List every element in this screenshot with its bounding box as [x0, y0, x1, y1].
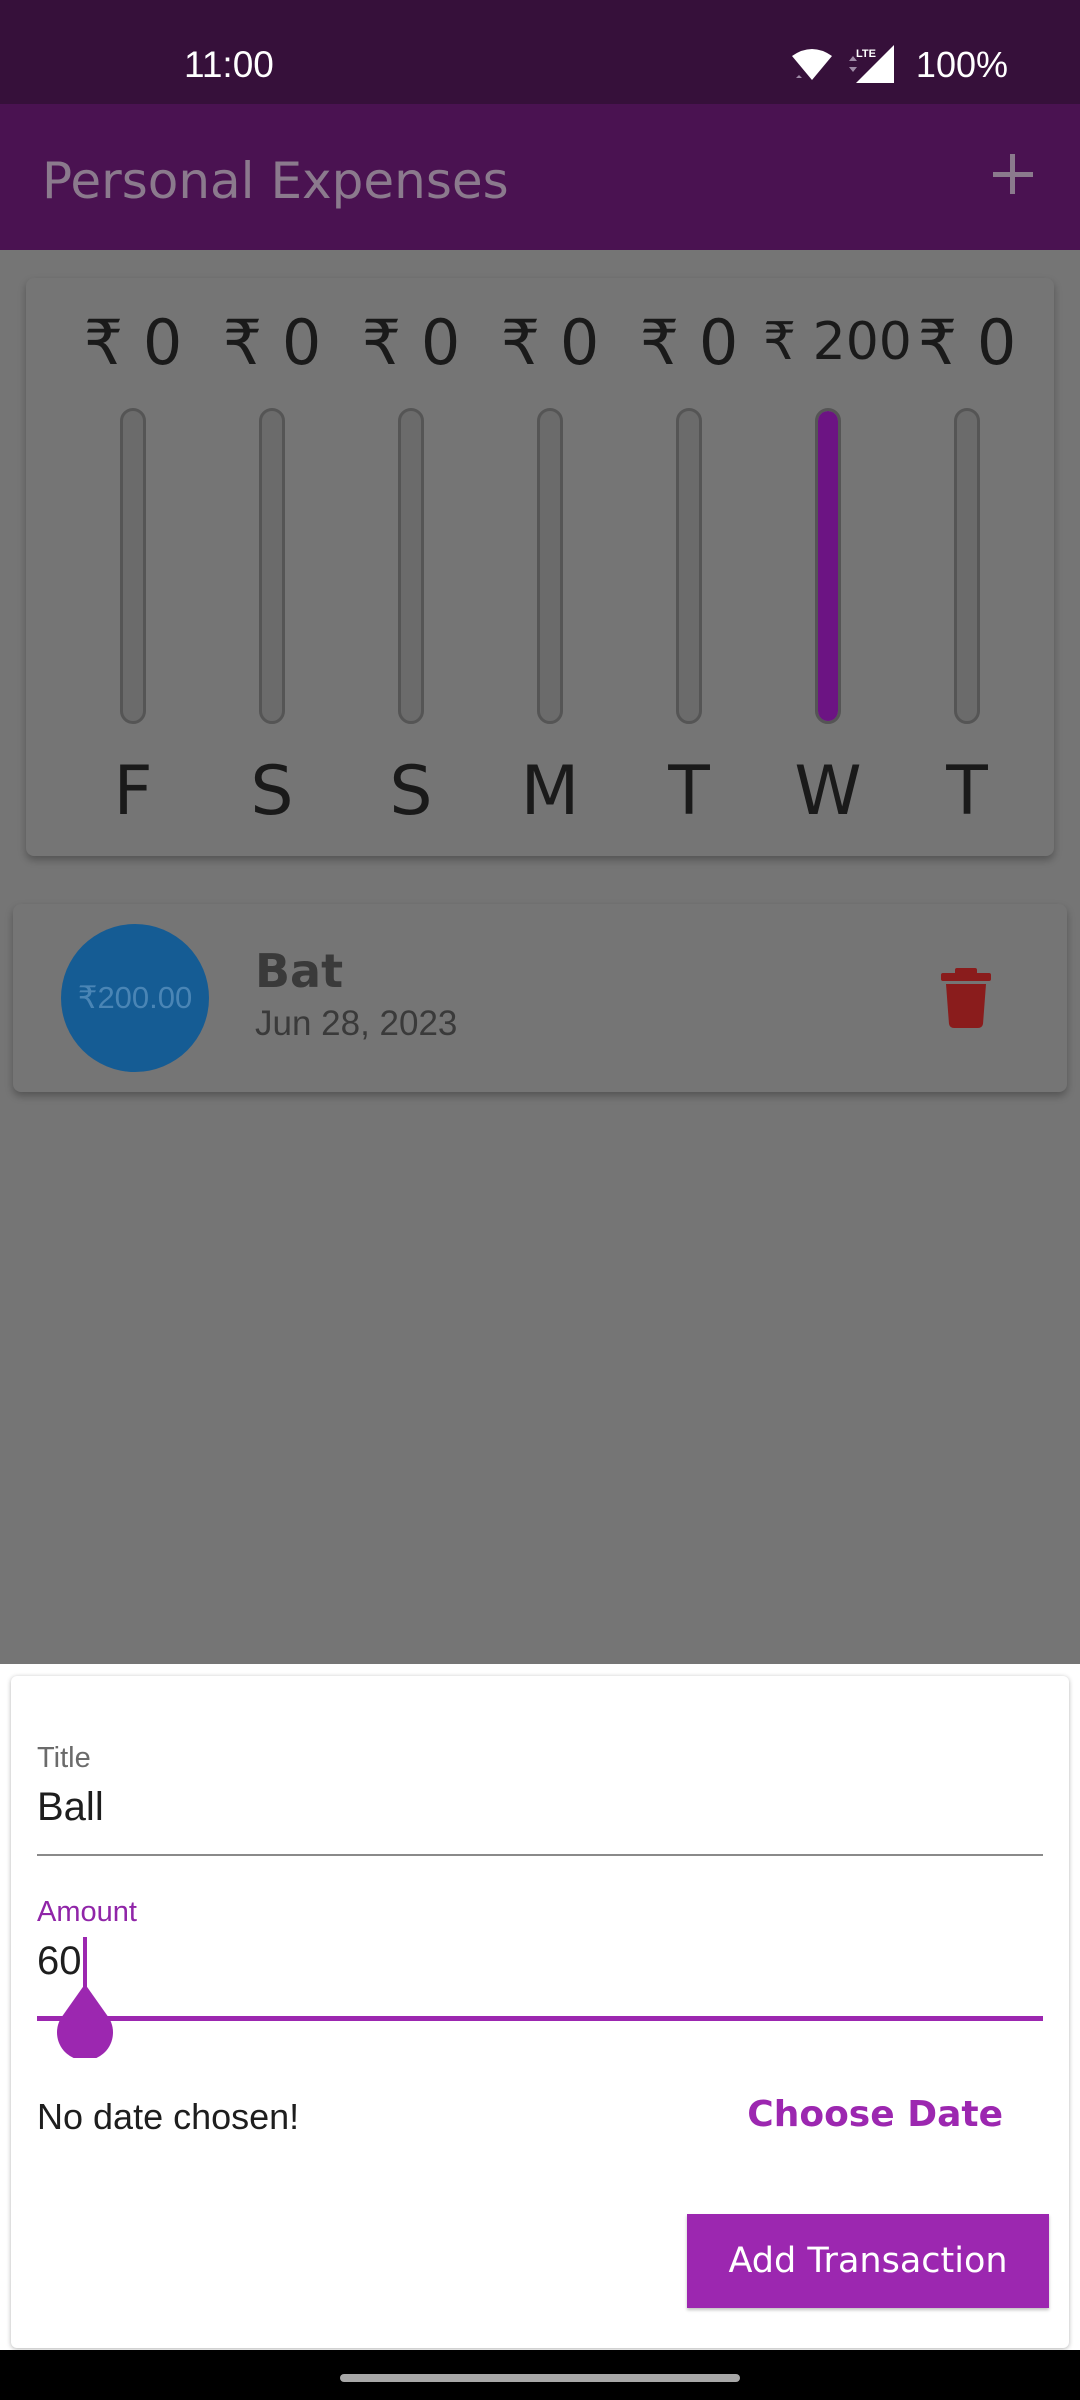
- chart-day-label: T: [668, 752, 710, 831]
- chart-amount-label: ₹ 200: [763, 312, 912, 372]
- chart-day-label: S: [250, 752, 294, 831]
- date-status-text: No date chosen!: [37, 2096, 300, 2137]
- svg-text:LTE: LTE: [856, 48, 876, 60]
- status-time: 11:00: [184, 44, 274, 85]
- status-icons: LTE 100%: [791, 44, 1008, 86]
- chart-bar-track: [815, 408, 841, 724]
- chart-column: ₹ 0 S: [207, 278, 337, 856]
- chart-bar-track: [120, 408, 146, 724]
- title-underline: [37, 1854, 1043, 1856]
- status-bar: 11:00 LTE 100%: [0, 0, 1080, 104]
- chart-column: ₹ 200 W: [763, 278, 912, 856]
- amount-field-label: Amount: [37, 1896, 137, 1928]
- new-transaction-sheet: Title Ball Amount 60 No date chosen! Cho…: [0, 1664, 1080, 2350]
- chart-bar-track: [398, 408, 424, 724]
- chart-amount-label: ₹ 0: [83, 306, 183, 379]
- chart-day-label: T: [946, 752, 988, 831]
- amount-underline: [37, 2016, 1043, 2021]
- battery-percentage: 100%: [915, 44, 1008, 85]
- chart-day-label: S: [389, 752, 433, 831]
- chart-bar-track: [537, 408, 563, 724]
- weekly-chart: ₹ 0 F ₹ 0 S ₹ 0 S ₹ 0 M ₹ 0 T ₹ 200 W ₹ …: [26, 278, 1054, 856]
- chart-amount-label: ₹ 0: [500, 306, 600, 379]
- chart-column: ₹ 0 M: [485, 278, 615, 856]
- chart-bar-track: [259, 408, 285, 724]
- title-field-label: Title: [37, 1742, 91, 1774]
- home-gesture-handle[interactable]: [340, 2374, 740, 2382]
- transaction-amount: ₹200.00: [77, 980, 193, 1015]
- trash-icon[interactable]: [939, 968, 993, 1028]
- transaction-title: Bat: [255, 944, 344, 998]
- chart-amount-label: ₹ 0: [361, 306, 461, 379]
- new-transaction-form: Title Ball Amount 60 No date chosen! Cho…: [11, 1676, 1069, 2348]
- transaction-date: Jun 28, 2023: [255, 1004, 458, 1043]
- chart-column: ₹ 0 T: [624, 278, 754, 856]
- chart-column: ₹ 0 T: [902, 278, 1032, 856]
- chart-day-label: W: [794, 752, 862, 831]
- title-input[interactable]: Ball: [37, 1785, 1043, 1837]
- amount-input-row[interactable]: 60: [37, 1937, 1043, 1991]
- chart-amount-label: ₹ 0: [917, 306, 1017, 379]
- chart-amount-label: ₹ 0: [639, 306, 739, 379]
- chart-amount-label: ₹ 0: [222, 306, 322, 379]
- page-title: Personal Expenses: [42, 152, 509, 210]
- chart-column: ₹ 0 S: [346, 278, 476, 856]
- add-transaction-button[interactable]: Add Transaction: [687, 2214, 1049, 2308]
- chart-bar-track: [954, 408, 980, 724]
- plus-icon[interactable]: [988, 144, 1038, 204]
- wifi-icon: [791, 49, 832, 80]
- amount-field[interactable]: Amount 60: [37, 1896, 1043, 2058]
- title-field[interactable]: Title Ball: [37, 1742, 1043, 1856]
- text-caret: [82, 1937, 87, 1987]
- chart-bar-fill: [818, 411, 838, 721]
- amount-input[interactable]: 60: [37, 1939, 82, 1983]
- amount-avatar: ₹200.00: [61, 924, 209, 1072]
- chart-column: ₹ 0 F: [68, 278, 198, 856]
- choose-date-button[interactable]: Choose Date: [747, 2094, 1003, 2135]
- lte-signal-icon: LTE: [848, 45, 894, 83]
- chart-day-label: M: [520, 752, 580, 831]
- chart-day-label: F: [113, 752, 153, 831]
- navigation-bar: [0, 2350, 1080, 2400]
- text-selection-handle[interactable]: [55, 1984, 115, 2058]
- list-item: ₹200.00 Bat Jun 28, 2023: [13, 904, 1067, 1092]
- chart-bar-track: [676, 408, 702, 724]
- app-bar: Personal Expenses: [0, 104, 1080, 250]
